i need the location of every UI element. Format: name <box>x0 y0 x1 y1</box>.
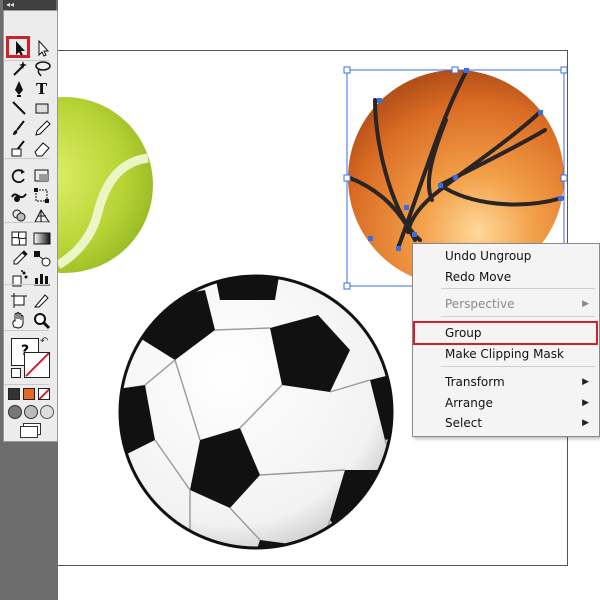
free-transform-tool-icon[interactable] <box>31 185 53 205</box>
gradient-mode-icon[interactable] <box>23 388 35 400</box>
group-item-highlight <box>413 321 598 345</box>
menu-separator <box>441 288 595 289</box>
stroke-swatch[interactable] <box>24 352 50 378</box>
rotate-tool-icon[interactable] <box>8 165 30 185</box>
tools-separator <box>4 284 49 285</box>
submenu-arrow-icon: ▶ <box>582 377 589 387</box>
menu-item-undo-ungroup[interactable]: Undo Ungroup <box>413 246 599 266</box>
soccer-ball[interactable] <box>110 270 420 600</box>
menu-item-make-clipping-mask[interactable]: Make Clipping Mask <box>413 344 599 364</box>
mesh-tool-icon[interactable] <box>8 228 30 248</box>
menu-item-label: Arrange <box>445 396 493 410</box>
scale-tool-icon[interactable] <box>31 165 53 185</box>
submenu-arrow-icon: ▶ <box>582 299 589 309</box>
magic-wand-tool-icon[interactable] <box>8 58 30 78</box>
rectangle-tool-icon[interactable] <box>31 98 53 118</box>
menu-separator <box>441 366 595 367</box>
tools-panel-grip[interactable]: ◂◂ <box>3 0 56 10</box>
eraser-tool-icon[interactable] <box>31 138 53 158</box>
menu-item-label: Perspective <box>445 297 515 311</box>
blend-tool-icon[interactable] <box>31 248 53 268</box>
menu-item-label: Make Clipping Mask <box>445 347 564 361</box>
line-segment-tool-icon[interactable] <box>8 98 30 118</box>
column-graph-tool-icon[interactable] <box>31 268 53 288</box>
submenu-arrow-icon: ▶ <box>582 418 589 428</box>
tools-separator <box>4 330 49 331</box>
tools-separator <box>4 384 49 385</box>
menu-item-label: Transform <box>445 375 505 389</box>
draw-normal-icon[interactable] <box>8 405 22 419</box>
blob-brush-tool-icon[interactable] <box>8 138 30 158</box>
tools-separator <box>4 60 49 61</box>
slice-tool-icon[interactable] <box>31 290 53 310</box>
artboard-tool-icon[interactable] <box>8 290 30 310</box>
screen-mode-icon[interactable] <box>20 426 38 438</box>
hand-tool-icon[interactable] <box>8 310 30 330</box>
tools-separator <box>4 222 49 223</box>
warp-tool-icon[interactable] <box>8 185 30 205</box>
menu-item-label: Redo Move <box>445 270 512 284</box>
pencil-tool-icon[interactable] <box>31 118 53 138</box>
direct-selection-tool-icon[interactable] <box>31 38 53 58</box>
tools-separator <box>4 158 49 159</box>
selected-tool-highlight <box>6 36 30 58</box>
pen-tool-icon[interactable] <box>8 78 30 98</box>
menu-item-label: Select <box>445 416 483 430</box>
eyedropper-tool-icon[interactable] <box>8 248 30 268</box>
zoom-tool-icon[interactable] <box>31 310 53 330</box>
menu-item-label: Undo Ungroup <box>445 249 532 263</box>
draw-behind-icon[interactable] <box>24 405 38 419</box>
submenu-arrow-icon: ▶ <box>582 398 589 408</box>
gradient-tool-icon[interactable] <box>31 228 53 248</box>
menu-separator <box>441 316 595 317</box>
menu-item-arrange[interactable]: Arrange ▶ <box>413 393 599 413</box>
none-mode-icon[interactable] <box>38 388 50 400</box>
type-tool-icon[interactable]: T <box>31 78 53 98</box>
menu-item-transform[interactable]: Transform ▶ <box>413 372 599 392</box>
paintbrush-tool-icon[interactable] <box>8 118 30 138</box>
menu-item-redo-move[interactable]: Redo Move <box>413 267 599 287</box>
symbol-sprayer-tool-icon[interactable] <box>8 268 30 288</box>
swap-fill-stroke-icon[interactable]: ↶ <box>40 336 48 347</box>
color-mode-icon[interactable] <box>8 388 20 400</box>
menu-item-select[interactable]: Select ▶ <box>413 413 599 433</box>
default-colors-icon[interactable] <box>11 368 21 378</box>
draw-inside-icon[interactable] <box>40 405 54 419</box>
svg-text:T: T <box>36 80 48 98</box>
lasso-tool-icon[interactable] <box>31 58 53 78</box>
menu-item-perspective[interactable]: Perspective ▶ <box>413 294 599 314</box>
